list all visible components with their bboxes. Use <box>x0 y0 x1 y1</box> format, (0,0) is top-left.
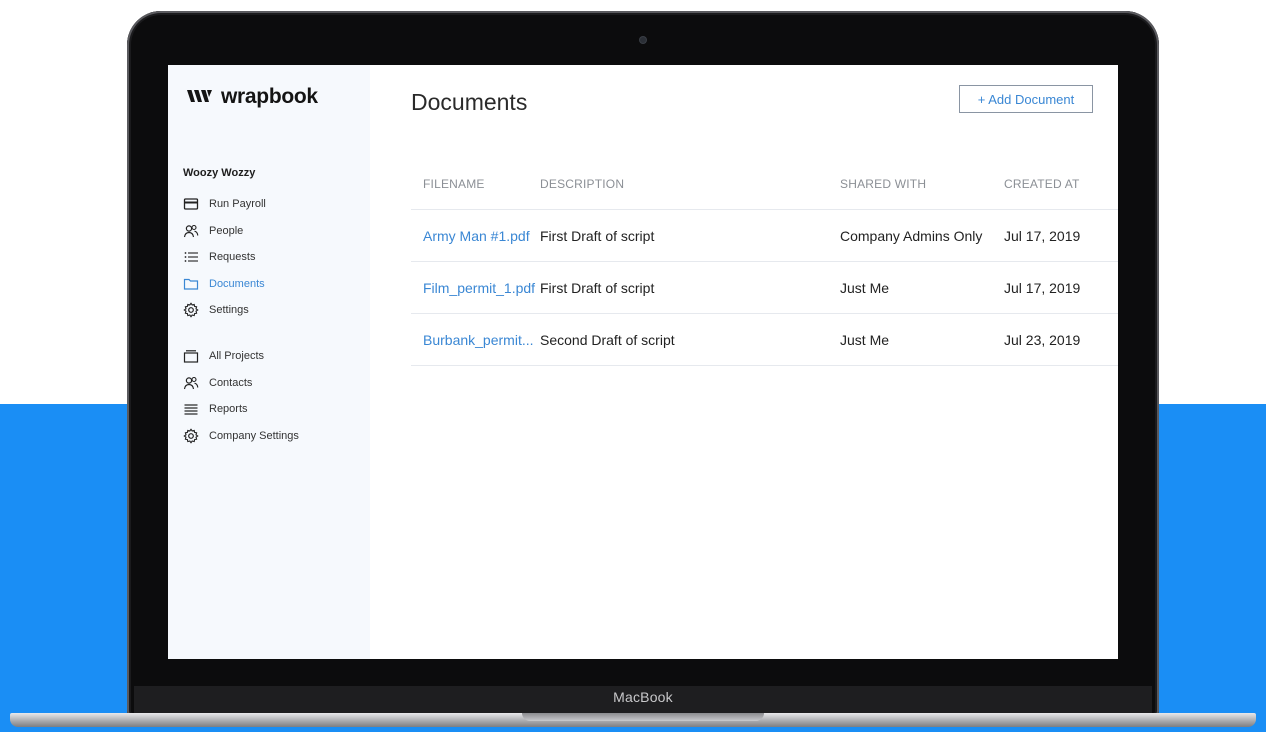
gear-icon <box>183 302 199 318</box>
table-row[interactable]: Army Man #1.pdf First Draft of script Co… <box>411 210 1118 262</box>
column-header-description[interactable]: DESCRIPTION <box>540 177 840 191</box>
sidebar-item-label: People <box>209 224 244 237</box>
description-cell: First Draft of script <box>540 279 655 296</box>
table-row[interactable]: Burbank_permit... Second Draft of script… <box>411 314 1118 366</box>
sidebar-item-label: Contacts <box>209 376 253 389</box>
sidebar-item-settings[interactable]: Settings <box>183 297 266 324</box>
laptop-brand-label: MacBook <box>613 689 673 705</box>
shared-with-cell: Just Me <box>840 331 890 348</box>
folder-icon <box>183 276 199 292</box>
add-document-button[interactable]: + Add Document <box>959 85 1093 113</box>
list-icon <box>183 249 199 265</box>
project-nav: Run Payroll People Requests Documents Se… <box>183 191 266 324</box>
logo-text: wrapbook <box>221 85 318 108</box>
column-header-created-at[interactable]: CREATED AT <box>1004 177 1118 191</box>
filename-link[interactable]: Film_permit_1.pdf <box>411 280 540 296</box>
sidebar-item-reports[interactable]: Reports <box>183 396 299 423</box>
filename-link[interactable]: Army Man #1.pdf <box>411 228 540 244</box>
sidebar-item-requests[interactable]: Requests <box>183 244 266 271</box>
sidebar-item-all-projects[interactable]: All Projects <box>183 343 299 370</box>
sidebar-item-label: All Projects <box>209 350 265 363</box>
table-header: FILENAME DESCRIPTION SHARED WITH CREATED… <box>411 158 1118 210</box>
reports-icon <box>183 401 199 417</box>
shared-with-cell: Just Me <box>840 279 890 296</box>
credit-card-icon <box>183 196 199 212</box>
sidebar-item-contacts[interactable]: Contacts <box>183 370 299 397</box>
page-title: Documents <box>411 89 528 115</box>
sidebar-item-people[interactable]: People <box>183 218 266 245</box>
description-cell: First Draft of script <box>540 227 655 244</box>
sidebar-item-run-payroll[interactable]: Run Payroll <box>183 191 266 218</box>
logo[interactable]: wrapbook <box>187 85 318 109</box>
sidebar-item-documents[interactable]: Documents <box>183 271 266 298</box>
company-name: Woozy Wozzy <box>183 167 256 179</box>
column-header-filename[interactable]: FILENAME <box>411 177 540 191</box>
company-nav: All Projects Contacts Reports Company Se… <box>183 343 299 449</box>
wrapbook-logo-icon <box>187 90 212 102</box>
projects-icon <box>183 348 199 364</box>
shared-with-cell: Company Admins Only <box>840 227 983 244</box>
created-at-cell: Jul 17, 2019 <box>1004 279 1081 296</box>
sidebar-item-label: Documents <box>209 277 265 290</box>
sidebar-item-label: Run Payroll <box>209 198 266 211</box>
sidebar-item-company-settings[interactable]: Company Settings <box>183 423 299 450</box>
created-at-cell: Jul 23, 2019 <box>1004 331 1081 348</box>
laptop-notch <box>522 713 764 721</box>
sidebar: wrapbook Woozy Wozzy Run Payroll People <box>168 65 370 659</box>
description-cell: Second Draft of script <box>540 331 675 348</box>
filename-link[interactable]: Burbank_permit... <box>411 332 540 348</box>
sidebar-item-label: Company Settings <box>209 429 299 442</box>
sidebar-item-label: Settings <box>209 304 249 317</box>
camera-icon <box>640 37 646 43</box>
column-header-shared-with[interactable]: SHARED WITH <box>840 177 1004 191</box>
gear-icon <box>183 428 199 444</box>
people-icon <box>183 223 199 239</box>
app-screen: wrapbook Woozy Wozzy Run Payroll People <box>168 65 1118 659</box>
sidebar-item-label: Requests <box>209 251 256 264</box>
sidebar-item-label: Reports <box>209 403 248 416</box>
table-row[interactable]: Film_permit_1.pdf First Draft of script … <box>411 262 1118 314</box>
documents-table: FILENAME DESCRIPTION SHARED WITH CREATED… <box>411 158 1118 366</box>
contacts-icon <box>183 375 199 391</box>
created-at-cell: Jul 17, 2019 <box>1004 227 1081 244</box>
